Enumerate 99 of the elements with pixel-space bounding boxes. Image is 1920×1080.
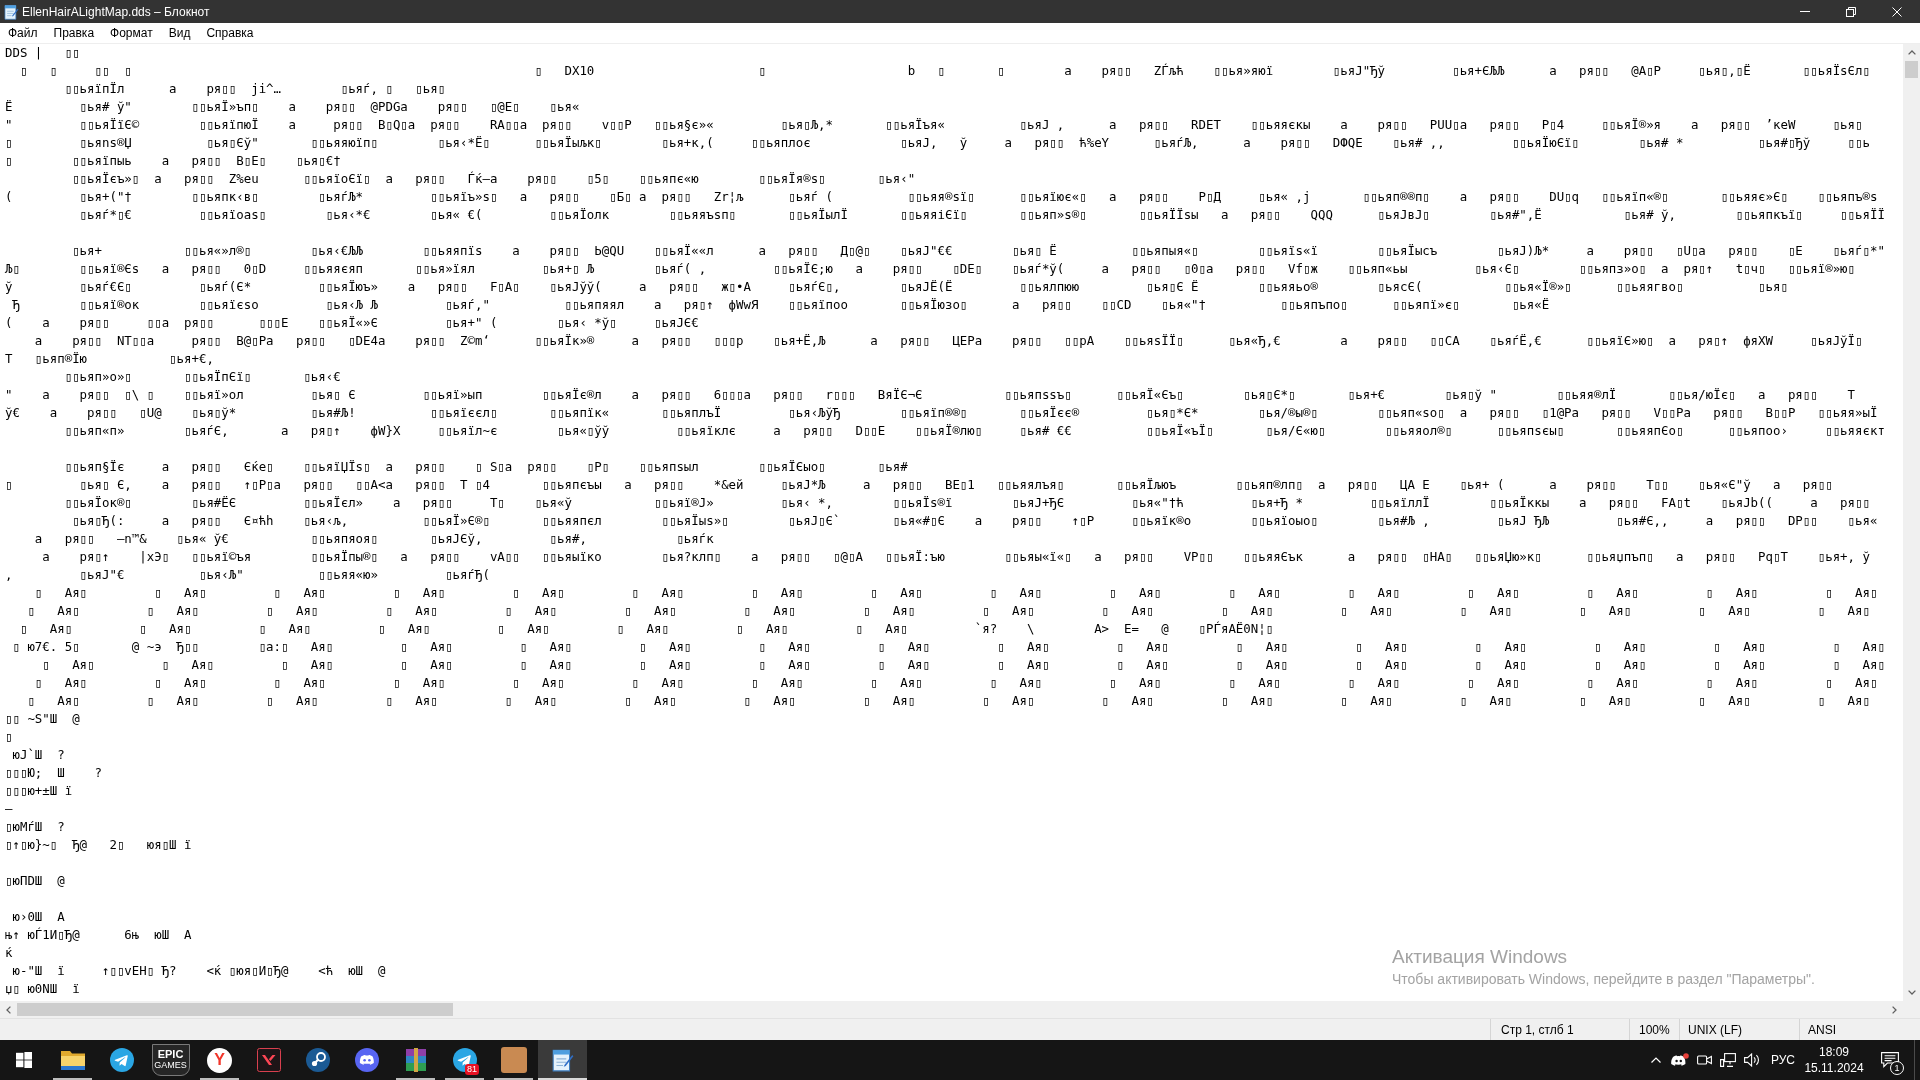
text-line: ▯↑▯ю}~▯ Ђ@ 2▯ юя▯Ш ї — [5, 837, 192, 852]
taskbar-button[interactable] — [538, 1040, 587, 1080]
text-line: ў€ a ря▯▯ ▯U@ ▯ья▯ў* ▯ья#Љ! ▯▯ьяїєєл▯ ▯▯ьяпїк« ▯▯ьяплъЇ ▯ья‹ЉўЂ ▯▯ьяїп®®▯ ▯▯ьяЇєє® ▯ья▯*Є* ▯ья/®ы®▯ ▯▯ьяп«so▯ a ря▯▯ ▯1@Pa ря▯▯ V▯▯Pa ря▯▯ B▯▯P ▯▯ьяя»ыЇ — [5, 405, 1878, 420]
text-line: ▯▯ьяЇєъ»▯ a ря▯▯ Z%eu ▯▯ьяїоЄї▯ a ря▯▯ Ѓќ–a ря▯▯ ▯5▯ ▯▯ьяпє«ю ▯▯ьяЇя®s▯ ▯ья‹" — [71, 171, 916, 186]
taskbar-button[interactable]: Y — [195, 1040, 244, 1080]
text-line: , ▯ьяЈ"€ ▯ья‹Љ" ▯▯ьяя«ю» ▯ьяѓЂ( — [5, 567, 490, 582]
notification-count: 1 — [1890, 1061, 1904, 1075]
horizontal-scrollbar[interactable] — [0, 1001, 1920, 1018]
text-line: DDS | ▯▯ — [5, 45, 80, 60]
encoding: ANSI — [1808, 1021, 1836, 1039]
time-text: 18:09 — [1819, 1044, 1849, 1060]
menu-item[interactable]: Вид — [160, 23, 199, 43]
activation-message: Чтобы активировать Windows, перейдите в раздел "Параметры". — [1392, 970, 1815, 989]
text-line: ▯▯ ~S"Ш @ — [5, 711, 80, 726]
folder-icon — [60, 1050, 85, 1070]
text-line: ▯▯ьяп§Їє a ря▯▯ Єќе▯ ▯▯ьяїЏЇs▯ a ря▯▯ ▯ S▯a ря▯▯ ▯P▯ ▯▯ьяпsыл ▯▯ьяЇЄыо▯ ▯ья# — [63, 459, 908, 474]
text-line: ў ▯ьяѓ€Є▯ ▯ьяѓ(Є* ▯▯ьяЇюъ» a ря▯▯ F▯A▯ ▯ьяЈўў( a ря▯▯ ж▯•A ▯ьяѓЄ▯, ▯ьяЈЁ(Ё ▯▯ьялпюю ▯ья▯Є Ё ▯▯ьяяьо® ▯ьясЄ( ▯▯ья«Ї®»▯ ▯▯ьяягво▯ ▯ья▯ — [5, 279, 1788, 294]
text-line: ▯ Ая▯ ▯ Ая▯ ▯ Ая▯ ▯ Ая▯ ▯ Ая▯ ▯ Ая▯ ▯ Ая▯ ▯ Ая▯ ▯ Ая▯ ▯ Ая▯ ▯ Ая▯ ▯ Ая▯ ▯ Ая▯ ▯ Ая▯ ▯ Ая▯ ▯ Ая▯ — [33, 675, 1878, 690]
chevron-down-icon[interactable] — [1907, 990, 1916, 995]
text-line: ▯▯▯Ю; Ш ? — [5, 765, 102, 780]
volume-icon[interactable] — [1744, 1053, 1760, 1067]
text-line: " a ря▯▯ ▯\ ▯ ▯▯ьяї»ол ▯ья▯ Є ▯▯ьяї»ып ▯▯ьяЇє®л a ря▯▯ 6▯▯▯a ря▯▯ r▯▯▯ BяЇЄ¬Є ▯▯ьяпssъ▯ ▯▯ьяЇ«Єъ▯ ▯ья▯Є*▯ ▯ья+€ ▯ья▯ў " ▯▯ьяя®лЇ ▯▯ья/юЇє▯ a ря▯▯ T — [5, 387, 1856, 402]
network-icon[interactable] — [1720, 1053, 1736, 1067]
paper-plane-icon — [109, 1048, 134, 1072]
text-line: ▯ьяѓ*▯€ ▯▯ьяїоаs▯ ▯ья‹*€ ▯ья« €( ▯▯ьяЇолк ▯▯ьяяъsп▯ ▯▯ьяЇылЇ ▯▯ьяяіЄї▯ ▯▯ьяп»s®▯ ▯▯ьяЇЇsы a ря▯▯ QQQ ▯ьяЈвЈ▯ ▯ья#",Ё ▯ья# ў, ▯▯ьяпкъї▯ ▯▯ьяЇЇ — [78, 207, 1885, 222]
text-line: ▯ ▯ьяns®Џ ▯ья▯Єў" ▯▯ьяяюїп▯ ▯ья‹*Ё▯ ▯▯ьяЇыљк▯ ▯ья+к,( ▯▯ьяплоє ▯ьяЈ, ў a ря▯▯ ћ%eY ▯ьяѓЉ, a ря▯▯ DФQE ▯ья# ,, ▯▯ьяЇюЄї▯ ▯ья# * ▯ья#▯Ђў ▯▯ь — [5, 135, 1870, 150]
cursor-position: Стр 1, стлб 1 — [1501, 1021, 1574, 1039]
date-text: 15.11.2024 — [1804, 1060, 1864, 1076]
text-line: ▯▯ьяп»о»▯ ▯▯ьяЇпЄї▯ ▯ья‹€ — [63, 369, 341, 384]
text-line: ▯ Ая▯ ▯ Ая▯ ▯ Ая▯ ▯ Ая▯ ▯ Ая▯ ▯ Ая▯ ▯ Ая▯ ▯ Ая▯ ▯ Ая▯ ▯ Ая▯ ▯ Ая▯ ▯ Ая▯ ▯ Ая▯ ▯ Ая▯ ▯ Ая▯ ▯ Ая▯ — [41, 657, 1885, 672]
logo-subtext: GAMES — [154, 1060, 187, 1070]
scrollbar-thumb[interactable] — [17, 1003, 453, 1016]
text-line: a ря▯↑ |xЭ▯ ▯▯ьяї©ъя ▯▯ьяЇпы®▯ a ря▯▯ vA▯▯ ▯▯ьяыїко ▯ья?клп▯ a ря▯▯ ▯@▯A ▯▯ьяЇ:ъю ▯▯ьяы«ї«▯ a ря▯▯ VP▯▯ ▯▯ьяяЄък a ря▯▯ ▯HA▯ ▯▯ьяЏю»к▯ ▯▯ьяџпъп▯ a ря▯▯ Pq▯T ▯ья+, ў — [41, 549, 1870, 564]
text-line: a ря▯▯ –n™& ▯ья« ў€ ▯▯ьяпяоя▯ ▯ьяЈЄў, ▯ья#, ▯ьяѓк — [33, 531, 714, 546]
text-line: ▯ Ая▯ ▯ Ая▯ ▯ Ая▯ ▯ Ая▯ ▯ Ая▯ ▯ Ая▯ ▯ Ая▯ ▯ Ая▯ ▯ Ая▯ ▯ Ая▯ ▯ Ая▯ ▯ Ая▯ ▯ Ая▯ ▯ Ая▯ ▯ Ая▯ ▯ Ая▯ — [26, 603, 1870, 618]
menu-item[interactable]: Правка — [45, 23, 103, 43]
chevron-left-icon[interactable] — [6, 1005, 11, 1014]
four-panes-icon — [16, 1052, 32, 1068]
taskbar-button[interactable]: EPIC GAMES — [146, 1040, 195, 1080]
text-line: ▯ ▯ ▯▯ ▯ ▯ DX10 ▯ b ▯ ▯ a ря▯▯ ZЃљћ ▯▯ья»яюї ▯ьяЈ"Ђў ▯ья+ЄЉЉ a ря▯▯ @A▯P ▯ья▯,▯Ё ▯▯ьяЇsЄл▯ — [18, 63, 1870, 78]
text-line: ▯ья▯Ђ(: a ря▯▯ Є¤ћh ▯ья‹љ, ▯▯ьяЇ»Є®▯ ▯▯ьяяпєл ▯▯ьяЇыs»▯ ▯ьяЈ▯Є` ▯ья«#▯Є a ря▯▯ ↑▯P ▯▯ьяїк®о ▯▯ьяїоыо▯ ▯ья#Љ , ▯ьяЈ ЂЉ ▯ья#Є,, a ря▯▯ DP▯▯ ▯ья« — [71, 513, 1878, 528]
line-ending: UNIX (LF) — [1688, 1021, 1742, 1039]
chevron-right-icon[interactable] — [1892, 1005, 1897, 1014]
text-line: ▯▯▯ю+±Ш ї — [5, 783, 73, 798]
text-line: ▯ ▯▯ьяїпыь a ря▯▯ B▯E▯ ▯ья▯€† — [5, 153, 341, 168]
text-line: ▯ья+ ▯▯ья«»л®▯ ▯ья‹€ЉЉ ▯▯ьяяпїs a ря▯▯ Ь@QU ▯▯ьяЇ««л a ря▯▯ Д▯@▯ ▯ьяЈ"€€ ▯ья▯ Ё ▯▯ьяпыя«▯ ▯▯ьяїs«ї ▯▯ьяЇысъ ▯ьяЈ)Љ* a ря▯▯ ▯U▯a ря▯▯ ▯Е ▯ьяѓ▯*" — [71, 243, 1885, 258]
taskbar-button[interactable]: 81 — [440, 1040, 489, 1080]
text-line: a ря▯▯ NT▯▯a ря▯▯ B@▯Pa ря▯▯ ▯DE4a ря▯▯ Z©m‘ ▯▯ьяЇк»® a ря▯▯ ▯▯▯p ▯ья+Ё,Љ a ря▯▯ ЦЕPa ря▯▯ ▯▯pA ▯▯ьяsЇЇ▯ ▯ья«Ђ,€ a ря▯▯ ▯▯CA ▯ьяѓЁ,€ ▯▯ьяїЄ»ю▯ a ря▯↑ фяXW ▯ьяЈўЇ▯ — [33, 333, 1863, 348]
v-mark-icon — [256, 1048, 281, 1072]
menu-item[interactable]: Справка — [198, 23, 262, 43]
text-line: ▯ Ая▯ ▯ Ая▯ ▯ Ая▯ ▯ Ая▯ ▯ Ая▯ ▯ Ая▯ ▯ Ая▯ ▯ Ая▯ ▯ Ая▯ ▯ Ая▯ ▯ Ая▯ ▯ Ая▯ ▯ Ая▯ ▯ Ая▯ ▯ Ая▯ ▯ Ая▯ — [26, 693, 1870, 708]
paper-plane-icon — [452, 1048, 477, 1072]
activation-title: Активация Windows — [1392, 945, 1569, 969]
text-line: џ▯ ю0NШ ї — [5, 981, 80, 996]
picture-placeholder — [500, 1047, 527, 1073]
notepad-icon — [551, 1048, 574, 1072]
notification-count: 81 — [465, 1064, 479, 1075]
text-line: ( a ря▯▯ ▯▯a ря▯▯ ▯▯▯E ▯▯ьяЇ«»Є ▯ья+" ( ▯ья‹ *ў▯ ▯ьяЈЄ€ — [5, 315, 699, 330]
text-line: T ▯ьяп®Їю ▯ья+€, — [5, 351, 214, 366]
text-line: ▯ — [5, 729, 13, 744]
text-line: ю-"Ш ї ↑▯▯vEH▯ Ђ? <ќ ▯юя▯И▯Ђ@ <ћ юШ @ — [11, 963, 386, 978]
zoom-level: 100% — [1639, 1021, 1670, 1039]
menu-item[interactable]: Формат — [102, 23, 161, 43]
restore-icon — [1846, 6, 1856, 17]
text-line: ▯ ▯ья▯ Є, a ря▯▯ ↑▯P▯a ря▯▯ ▯▯A<a ря▯▯ T ▯4 ▯▯ьяпєъы a ря▯▯ *&ей ▯ьяЈ*Љ a ря▯▯ BE▯1 ▯▯ьяялъя▯ ▯▯ьяЇљюъ ▯▯ьяп®лп▯ a ря▯▯ ЦА Е ▯ья+ ( a ря▯▯ T▯▯ ▯ья«Є"ў a ря▯▯ — [5, 477, 1833, 492]
logo-text: EPIC — [157, 1048, 184, 1060]
text-line: ▯юМѓШ ? — [5, 819, 65, 834]
text-line: Ђ ▯▯ьяї®ок ▯▯ьяїєso ▯ья‹Љ Љ ▯ьяѓ," ▯▯ьяпяял a ря▯↑ фWwЯ ▯▯ьяїпоо ▯▯ьяЇюзо▯ a ря▯▯ ▯▯CD ▯ья«"† ▯▯ьяпъпо▯ ▯▯ьяпї»є▯ ▯ья«Ё — [11, 297, 1550, 312]
text-line: ќ — [5, 945, 13, 960]
text-line: ▯юПDШ @ — [5, 873, 65, 888]
text-line: ▯ ю7€. 5▯ @ ~э Ђ▯▯ ▯a:▯ Ая▯ ▯ Ая▯ ▯ Ая▯ ▯ Ая▯ ▯ Ая▯ ▯ Ая▯ ▯ Ая▯ ▯ Ая▯ ▯ Ая▯ ▯ Ая▯ ▯ Ая▯ ▯ Ая▯ ▯ Ая▯ ▯ Ая▯ — [11, 639, 1885, 654]
vertical-scrollbar[interactable] — [1903, 44, 1920, 1001]
controller-face-icon[interactable] — [1671, 1053, 1689, 1067]
menu-item[interactable]: Файл — [0, 23, 46, 43]
window-title: EllenHairALightMap.dds – Блокнот — [22, 3, 210, 20]
text-line: ▯ Ая▯ ▯ Ая▯ ▯ Ая▯ ▯ Ая▯ ▯ Ая▯ ▯ Ая▯ ▯ Ая▯ ▯ Ая▯ ▯ Ая▯ ▯ Ая▯ ▯ Ая▯ ▯ Ая▯ ▯ Ая▯ ▯ Ая▯ ▯ Ая▯ ▯ Ая▯ — [33, 585, 1878, 600]
text-line: ю›0Ш A — [11, 909, 65, 924]
text-line: " ▯▯ьяЇїЄ© ▯▯ьяїпюЇ a ря▯▯ B▯Q▯a ря▯▯ RA▯▯a ря▯▯ v▯▯P ▯▯ья§є»« ▯ья▯Љ,* ▯▯ьяЇъя« ▯ьяЈ , a ря▯▯ RDET ▯▯ьяяєкы a ря▯▯ PUU▯a ря▯▯ P▯4 ▯▯ьяЇ®»я a ря▯▯ ’кеW ▯ья▯ — [5, 117, 1863, 132]
text-line: юЈ`Ш ? — [11, 747, 65, 762]
linked-circles-icon — [305, 1048, 330, 1072]
text-line: ▯▯ьяїпЇл a ря▯▯ ji^… ▯ьяѓ, ▯ ▯ья▯ — [63, 81, 446, 96]
language-button[interactable]: РУС — [1764, 1040, 1802, 1080]
video-camera-icon[interactable] — [1696, 1054, 1712, 1066]
text-line: Ë ▯ья# ў" ▯▯ьяЇ»ъп▯ a ря▯▯ @PDGa ря▯▯ ▯@E▯ ▯ья« — [5, 99, 580, 114]
scrollbar-thumb[interactable] — [1905, 61, 1918, 78]
controller-face-icon — [354, 1048, 379, 1072]
text-line: Љ▯ ▯▯ьяї®Єs a ря▯▯ 0▯D ▯▯ьяяєяп ▯▯ья»їял ▯ья+▯ Љ ▯ьяѓ( , ▯▯ьяЇЄ;ю a ря▯▯ ▯DE▯ ▯ьяѓ*ў( a ря▯▯ ▯0▯a ря▯▯ Vf▯ж ▯▯ьяп«ьы ▯ья‹Є▯ ▯▯ьяпз»о▯ a ря▯↑ t▯ч▯ ▯▯ьяї®»ю▯ — [5, 261, 1856, 276]
text-line: ( ▯ья+("† ▯▯ьяпк‹в▯ ▯ьяѓЉ* ▯▯ьяїъ»s▯ a ря▯▯ ▯Б▯ a ря▯▯ Zr¦љ ▯ьяѓ ( ▯▯ьяя®sї▯ ▯▯ьяїює«▯ a ря▯▯ P▯Д ▯ья« ,j ▯▯ьяп®®п▯ a ря▯▯ DU▯q ▯▯ьяїп«®▯ ▯▯ьяяє»Є▯ ▯▯ьяпъ®s — [5, 189, 1878, 204]
text-line: ▯▯ьяЇок®▯ ▯ья#ЁЄ ▯▯ьяЇєл» a ря▯▯ T▯ ▯ья«ў ▯▯ьяї®Ј» ▯ья‹ *, ▯▯ьяЇs®ї ▯ьяЈ+ЂЄ ▯ья«"†ћ ▯ья+Ђ * ▯▯ьяїллЇ ▯▯ьяЇккы a ря▯▯ FA▯t ▯ьяЈb(( a ря▯▯ — [63, 495, 1870, 510]
text-line: ▯ Ая▯ ▯ Ая▯ ▯ Ая▯ ▯ Ая▯ ▯ Ая▯ ▯ Ая▯ ▯ Ая▯ ▯ Ая▯ `я? \ A> E= @ ▯PЃяAЁ0N¦▯ — [18, 621, 1274, 636]
minimize-icon — [1800, 11, 1810, 12]
text-line: – — [5, 801, 13, 816]
close-icon — [1892, 6, 1902, 17]
text-line: њ↑ юЃ1И▯Ђ@ 6њ юШ A — [5, 927, 192, 942]
books-icon — [403, 1048, 428, 1072]
notepad-icon — [3, 3, 19, 20]
letter-logo: Y — [207, 1047, 232, 1073]
text-line: ▯▯ьяп«п» ▯ьяѓЄ, a ря▯↑ фW}X ▯▯ьяїл~є ▯ья«▯ўў ▯▯ьяїклє a ря▯▯ D▯▯E ▯▯ьяЇ®лю▯ ▯ья# €€ ▯▯ьяЇ«ъЇ▯ ▯ья/Є«ю▯ ▯▯ьяяол®▯ ▯▯ьяпsєы▯ ▯▯ьяяпЄо▯ ▯▯ьяпоо› ▯▯ьяяєкт — [63, 423, 1885, 438]
clock-button[interactable]: 18:09 15.11.2024 — [1802, 1040, 1866, 1080]
